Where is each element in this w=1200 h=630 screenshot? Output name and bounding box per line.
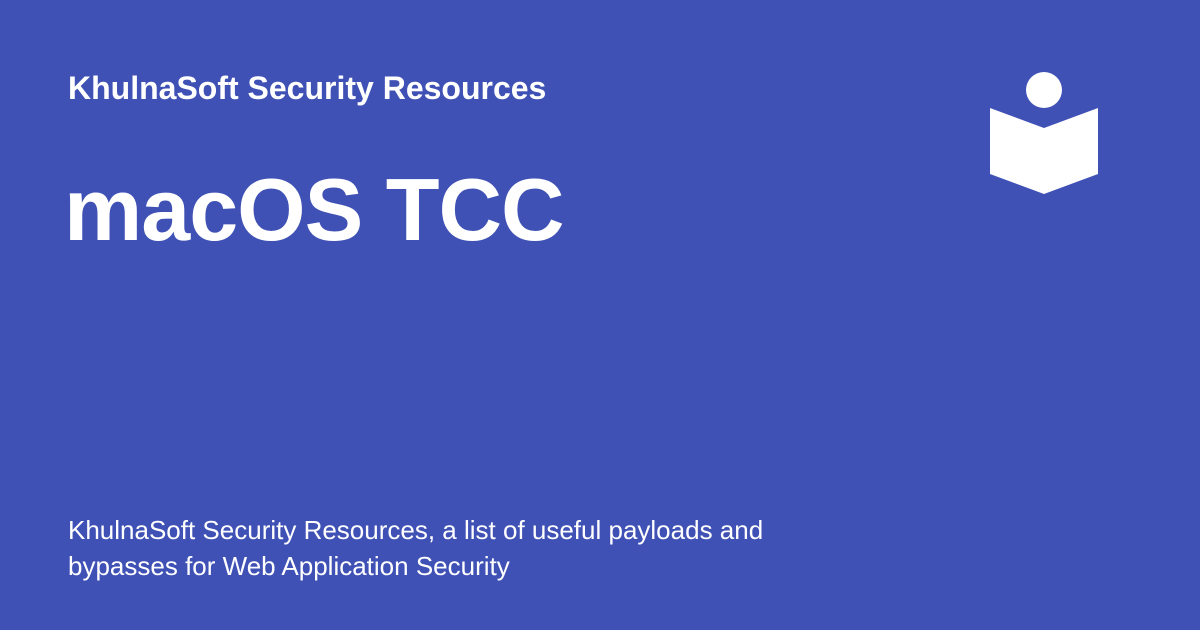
- page-title: macOS TCC: [64, 160, 565, 259]
- page-description: KhulnaSoft Security Resources, a list of…: [68, 515, 764, 581]
- book-reader-icon: [988, 70, 1100, 198]
- site-name: KhulnaSoft Security Resources: [68, 70, 547, 106]
- social-card: KhulnaSoft Security Resources macOS TCC …: [0, 0, 1200, 630]
